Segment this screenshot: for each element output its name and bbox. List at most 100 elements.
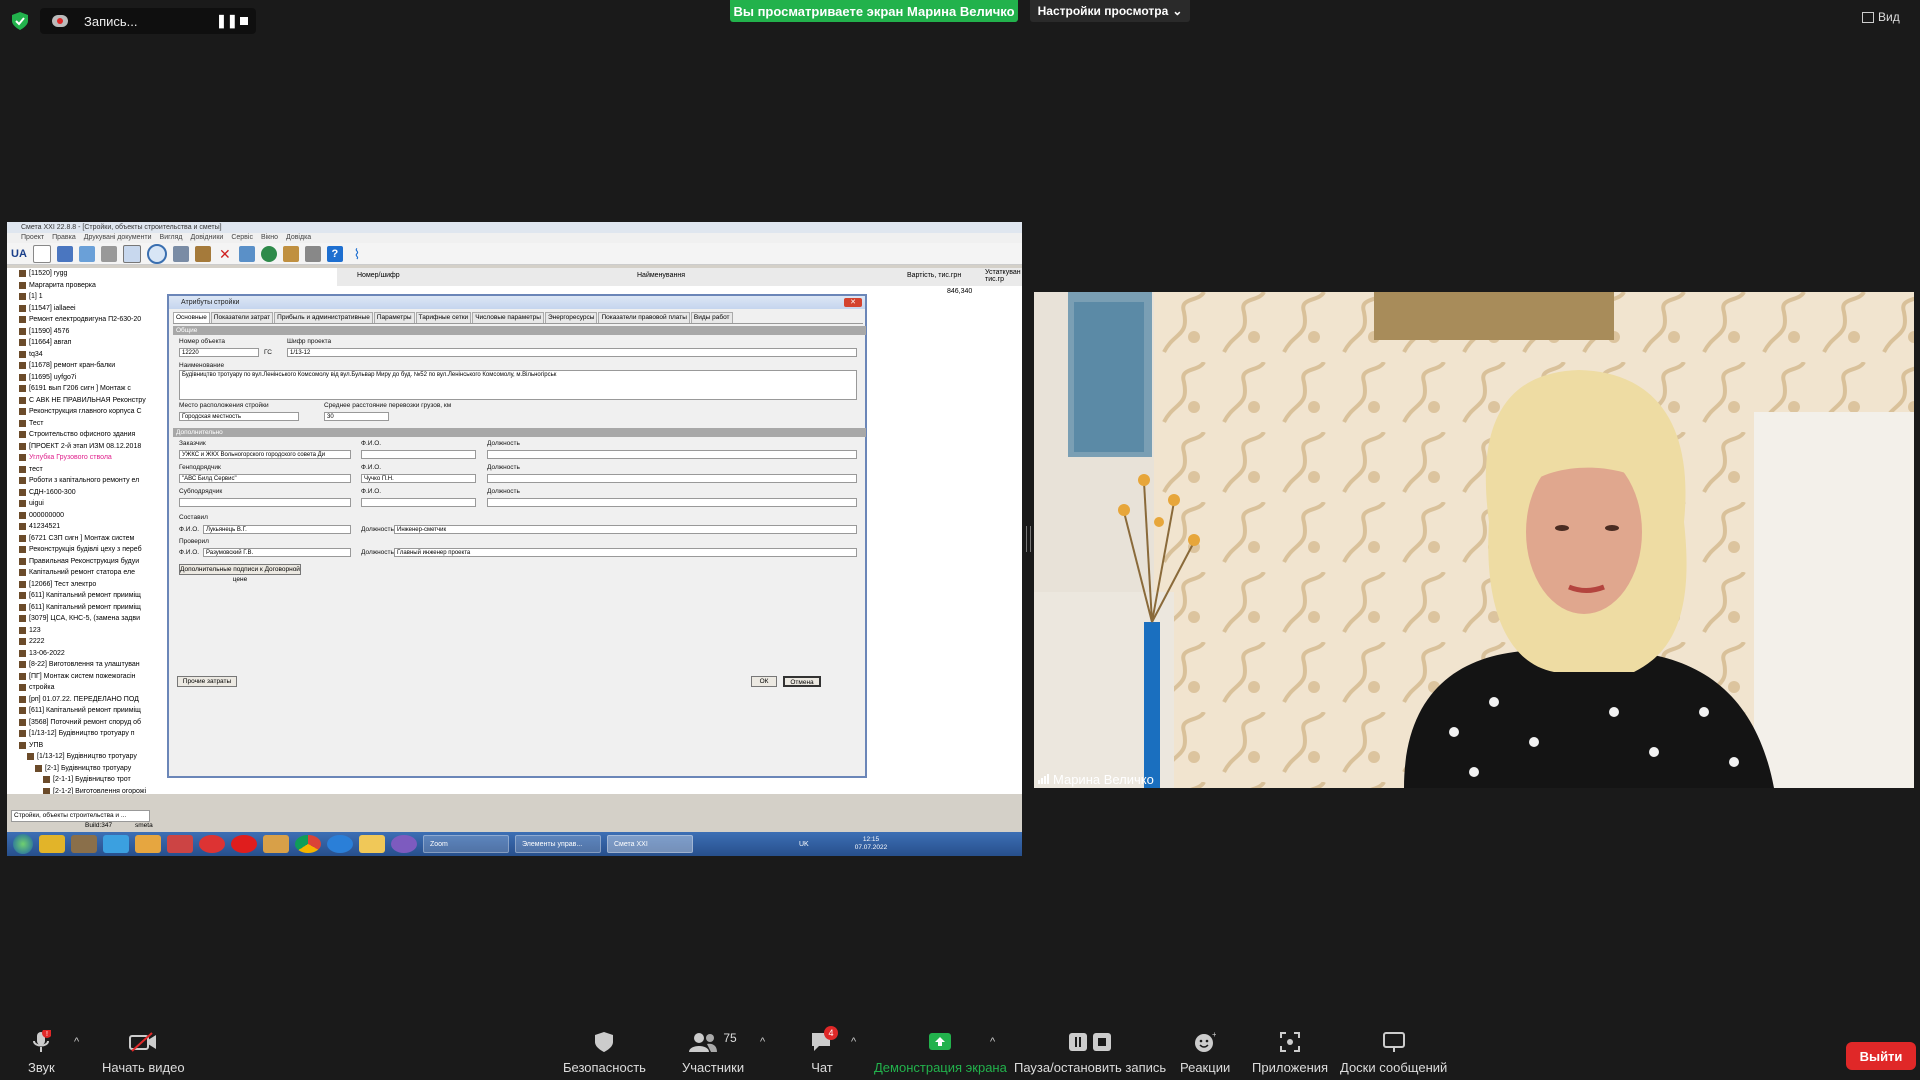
- dialog-tab[interactable]: Прибыль и административные: [274, 312, 373, 323]
- menu-item[interactable]: Вікно: [261, 233, 278, 243]
- name-field[interactable]: Будівництво тротуару по вул.Ленінського …: [179, 370, 857, 400]
- cut-icon[interactable]: [172, 245, 189, 262]
- subcontractor-position-field[interactable]: [487, 498, 857, 507]
- col-name[interactable]: Найменування: [637, 272, 685, 279]
- menu-item[interactable]: Довідники: [191, 233, 224, 243]
- leave-button[interactable]: Выйти: [1846, 1042, 1916, 1070]
- opera-icon[interactable]: [231, 835, 257, 853]
- dialog-tab[interactable]: Показатели правовой платы: [598, 312, 690, 323]
- checked-fio-field[interactable]: Разумовский Г.В.: [203, 548, 351, 557]
- dialog-tab[interactable]: Энергоресурсы: [544, 312, 598, 323]
- safari-icon[interactable]: [327, 835, 353, 853]
- ua-language-icon[interactable]: UA: [11, 248, 27, 260]
- audio-button[interactable]: ! Звук: [28, 1030, 55, 1075]
- help-icon[interactable]: ?: [326, 245, 343, 262]
- preview-icon[interactable]: [122, 244, 141, 263]
- dialog-tab[interactable]: Тарифные сетки: [415, 312, 472, 323]
- audio-options-chevron-icon[interactable]: ^: [74, 1036, 79, 1048]
- view-settings-button[interactable]: Настройки просмотра ⌄: [1030, 0, 1190, 22]
- col-equipment[interactable]: Устаткуван тис.гр: [985, 269, 1021, 283]
- viber-icon[interactable]: [391, 835, 417, 853]
- reactions-button[interactable]: + Реакции: [1180, 1030, 1230, 1075]
- calc-icon[interactable]: [238, 245, 255, 262]
- location-select[interactable]: Городская местность: [179, 412, 299, 421]
- menu-item[interactable]: Вигляд: [160, 233, 183, 243]
- customer-fio-field[interactable]: [361, 450, 476, 459]
- pause-recording-button[interactable]: Пауза/остановить запись: [1014, 1030, 1166, 1075]
- other-costs-button[interactable]: Прочие затраты: [177, 676, 237, 687]
- paste-icon[interactable]: [194, 245, 211, 262]
- participants-chevron-icon[interactable]: ^: [760, 1036, 765, 1048]
- contractor-position-field[interactable]: [487, 474, 857, 483]
- start-icon[interactable]: [13, 834, 33, 854]
- dialog-tab[interactable]: Основные: [173, 312, 210, 323]
- dialog-tab[interactable]: Параметры: [373, 312, 415, 323]
- status-tab[interactable]: Стройки, объекты строительства и ...: [11, 810, 150, 822]
- print-icon[interactable]: [100, 245, 117, 262]
- media-icon[interactable]: [135, 835, 161, 853]
- copy-icon[interactable]: [78, 245, 95, 262]
- share-screen-button[interactable]: Демонстрация экрана: [874, 1030, 1007, 1075]
- extra-signatures-button[interactable]: Дополнительные подписи к Договорной цене: [179, 564, 301, 583]
- participants-button[interactable]: 75 Участники: [682, 1030, 744, 1075]
- participant-video[interactable]: [1034, 292, 1914, 788]
- app-pin-icon[interactable]: [199, 835, 225, 853]
- share-chevron-icon[interactable]: ^: [990, 1036, 995, 1048]
- ie-icon[interactable]: [103, 835, 129, 853]
- subcontractor-fio-field[interactable]: [361, 498, 476, 507]
- menu-item[interactable]: Правка: [52, 233, 76, 243]
- folder-icon[interactable]: [359, 835, 385, 853]
- contractor-fio-field[interactable]: Чучко П.Н.: [361, 474, 476, 483]
- whiteboards-button[interactable]: Доски сообщений: [1340, 1030, 1447, 1075]
- task-smeta[interactable]: Смета XXI: [607, 835, 693, 853]
- apps-button[interactable]: Приложения: [1252, 1030, 1328, 1075]
- report-icon[interactable]: [304, 245, 321, 262]
- tree-item[interactable]: Маргарита проверка: [7, 280, 337, 292]
- task-controls[interactable]: Элементы управ...: [515, 835, 601, 853]
- chat-button[interactable]: 4 Чат: [810, 1026, 838, 1075]
- security-button[interactable]: Безопасность: [563, 1030, 646, 1075]
- task-zoom[interactable]: Zoom: [423, 835, 509, 853]
- col-cost[interactable]: Вартість, тис.грн: [907, 272, 961, 279]
- archive-icon[interactable]: [263, 835, 289, 853]
- close-icon[interactable]: ✕: [844, 298, 862, 307]
- menu-item[interactable]: Сервіс: [231, 233, 253, 243]
- search-icon[interactable]: [146, 243, 167, 264]
- menu-item[interactable]: Друкувані документи: [84, 233, 152, 243]
- checked-position-field[interactable]: Главный инженер проекта: [394, 548, 857, 557]
- compiled-position-field[interactable]: Инженер-сметчик: [394, 525, 857, 534]
- subcontractor-field[interactable]: [179, 498, 351, 507]
- stop-record-icon[interactable]: [240, 17, 248, 25]
- splitter-handle[interactable]: [1026, 526, 1031, 552]
- dialog-tab[interactable]: Виды работ: [690, 312, 733, 323]
- table-icon[interactable]: [56, 245, 73, 262]
- menu-item[interactable]: Проект: [21, 233, 44, 243]
- chrome-icon[interactable]: [295, 835, 321, 853]
- globe-icon[interactable]: [260, 245, 277, 262]
- cancel-button[interactable]: Отмена: [783, 676, 821, 687]
- tree-item[interactable]: [11520] rygg: [7, 268, 337, 280]
- taskbar-lang[interactable]: UK: [799, 841, 809, 848]
- ok-button[interactable]: ОК: [751, 676, 777, 687]
- menu-item[interactable]: Довідка: [286, 233, 311, 243]
- chat-chevron-icon[interactable]: ^: [851, 1036, 856, 1048]
- delete-icon[interactable]: ✕: [217, 246, 233, 262]
- dialog-tab[interactable]: Показатели затрат: [210, 312, 274, 323]
- tree-item[interactable]: [2-1-2] Виготовлення огорожі: [7, 786, 337, 794]
- view-button[interactable]: Вид: [1862, 10, 1900, 24]
- chart-icon[interactable]: [282, 245, 299, 262]
- app-red-icon[interactable]: [167, 835, 193, 853]
- new-doc-icon[interactable]: [32, 244, 51, 263]
- col-number[interactable]: Номер/шифр: [357, 272, 400, 279]
- compiled-fio-field[interactable]: Лукьянець В.Г.: [203, 525, 351, 534]
- contractor-field[interactable]: "АВС Билд Сервис": [179, 474, 351, 483]
- batman-app-icon[interactable]: [39, 835, 65, 853]
- distance-field[interactable]: 30: [324, 412, 389, 421]
- dialog-tab[interactable]: Числовые параметры: [472, 312, 544, 323]
- project-code-field[interactable]: 1/13-12: [287, 348, 857, 357]
- attach-icon[interactable]: ⌇: [349, 246, 365, 262]
- user-app-icon[interactable]: [71, 835, 97, 853]
- start-video-button[interactable]: Начать видео: [102, 1030, 185, 1075]
- customer-position-field[interactable]: [487, 450, 857, 459]
- object-no-field[interactable]: 12220: [179, 348, 259, 357]
